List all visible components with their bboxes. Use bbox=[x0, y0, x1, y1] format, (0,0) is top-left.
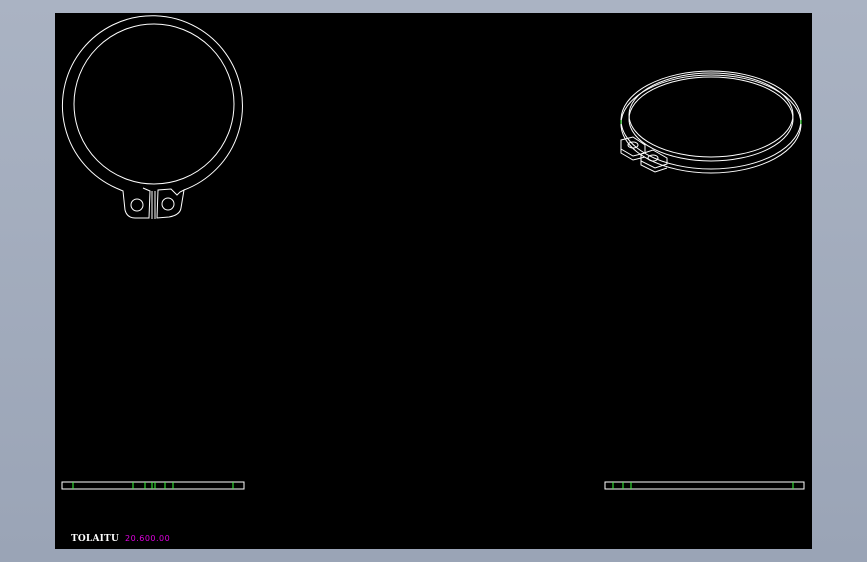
front-view-lug-left bbox=[115, 187, 151, 219]
side-view-right[interactable] bbox=[604, 481, 805, 490]
cad-viewport[interactable]: TOLAITU 20.600.00 bbox=[55, 13, 812, 549]
isometric-view[interactable] bbox=[620, 70, 802, 174]
front-view[interactable] bbox=[61, 15, 243, 219]
front-view-lug-right bbox=[156, 188, 185, 219]
iso-inner-bottom bbox=[628, 72, 794, 158]
side-right-outline bbox=[604, 481, 805, 490]
iso-inner-top bbox=[628, 76, 794, 162]
cad-drawing bbox=[61, 15, 805, 490]
brand-label: TOLAITU bbox=[71, 534, 120, 544]
front-view-lug-hole-left bbox=[130, 198, 144, 212]
front-view-lug-hole-right bbox=[161, 197, 175, 211]
side-left-outline bbox=[61, 481, 245, 490]
part-number-label: 20.600.00 bbox=[125, 534, 171, 543]
iso-outer-top bbox=[620, 70, 802, 170]
front-view-outer-edge bbox=[61, 15, 243, 191]
side-view-left[interactable] bbox=[61, 481, 245, 490]
iso-lug-left bbox=[620, 136, 646, 157]
front-view-inner-edge bbox=[73, 23, 235, 185]
